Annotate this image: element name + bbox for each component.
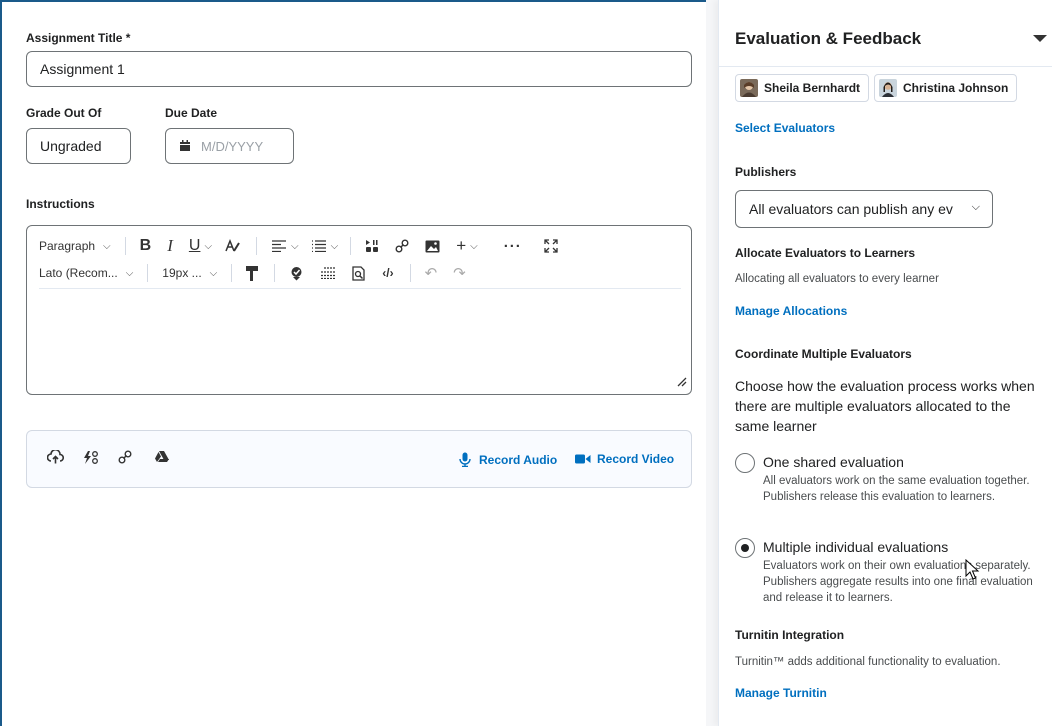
spellcheck-icon[interactable] xyxy=(289,266,304,281)
evaluator-chip[interactable]: Christina Johnson xyxy=(874,74,1018,102)
record-video-button[interactable]: Record Video xyxy=(575,452,674,466)
panel-title: Evaluation & Feedback xyxy=(735,29,922,48)
toolbar-divider xyxy=(124,237,126,255)
resize-handle-icon[interactable] xyxy=(677,377,687,390)
coordinate-evaluators-text: Choose how the evaluation process works … xyxy=(735,378,1035,434)
attach-link-icon[interactable] xyxy=(118,450,132,468)
google-drive-icon[interactable] xyxy=(154,450,170,467)
instructions-label: Instructions xyxy=(26,197,95,211)
toolbar-divider xyxy=(147,264,149,282)
chevron-down-icon[interactable]: ⌵ xyxy=(470,241,478,252)
due-date-label: Due Date xyxy=(165,106,218,120)
font-family-select[interactable]: Lato (Recom... ⌵ xyxy=(39,266,133,280)
grade-out-of-input[interactable]: Ungraded xyxy=(26,128,131,164)
insert-media-icon[interactable] xyxy=(365,239,379,253)
fullscreen-icon[interactable] xyxy=(544,239,558,253)
multiple-individual-evaluations-desc: Evaluators work on their own evaluations… xyxy=(763,560,1033,604)
word-count-icon[interactable] xyxy=(320,267,336,279)
avatar xyxy=(740,79,758,97)
list-icon[interactable] xyxy=(311,240,327,252)
record-video-label: Record Video xyxy=(597,452,675,466)
toolbar-divider-line xyxy=(39,288,681,289)
toolbar-divider xyxy=(231,264,233,282)
video-camera-icon xyxy=(575,454,591,464)
mouse-cursor-icon xyxy=(965,559,980,580)
allocate-evaluators-label: Allocate Evaluators to Learners xyxy=(735,246,916,260)
chevron-down-icon: ⌵ xyxy=(103,240,111,252)
chevron-down-icon[interactable]: ⌵ xyxy=(204,241,212,252)
undo-icon[interactable]: ↶ xyxy=(425,264,438,282)
turnitin-text: Turnitin™ adds additional functionality … xyxy=(735,656,1001,668)
evaluator-chip[interactable]: Sheila Bernhardt xyxy=(735,74,870,102)
find-replace-icon[interactable] xyxy=(352,265,366,281)
quicklink-icon[interactable] xyxy=(82,450,99,469)
underline-button[interactable]: U xyxy=(189,237,201,255)
image-icon[interactable] xyxy=(425,240,440,253)
one-shared-evaluation-title[interactable]: One shared evaluation xyxy=(763,454,904,470)
manage-turnitin-link[interactable]: Manage Turnitin xyxy=(735,686,827,700)
italic-button[interactable]: I xyxy=(167,236,173,256)
allocate-evaluators-text: Allocating all evaluators to every learn… xyxy=(735,273,939,285)
one-shared-evaluation-desc: All evaluators work on the same evaluati… xyxy=(763,475,1030,503)
chevron-down-icon: ⌵ xyxy=(209,267,218,279)
multiple-individual-evaluations-title[interactable]: Multiple individual evaluations xyxy=(763,539,948,555)
font-size-label: 19px ... xyxy=(162,266,202,280)
chevron-down-icon: ⌵ xyxy=(125,267,134,279)
attachments-bar: Record Audio Record Video xyxy=(26,430,692,488)
toolbar-divider xyxy=(350,237,352,255)
paragraph-format-select[interactable]: Paragraph ⌵ xyxy=(39,239,111,253)
manage-allocations-link[interactable]: Manage Allocations xyxy=(735,304,847,318)
assignment-form: Assignment Title * Assignment 1 Grade Ou… xyxy=(26,0,696,726)
due-date-input[interactable]: M/D/YYYY xyxy=(165,128,294,164)
font-family-label: Lato (Recom... xyxy=(39,266,118,280)
assignment-title-label: Assignment Title * xyxy=(26,31,131,45)
calendar-icon xyxy=(180,140,190,151)
plus-icon[interactable]: + xyxy=(456,236,466,256)
instructions-editor[interactable]: Paragraph ⌵ B I U ⌵ ⌵ ⌵ + ⌵ ··· Lato (Re… xyxy=(26,225,692,395)
redo-icon[interactable]: ↷ xyxy=(453,264,466,282)
text-color-icon[interactable] xyxy=(224,239,240,253)
publishers-label: Publishers xyxy=(735,165,797,179)
record-audio-label: Record Audio xyxy=(479,452,558,467)
coordinate-evaluators-label: Coordinate Multiple Evaluators xyxy=(735,347,912,361)
record-audio-button[interactable]: Record Audio xyxy=(459,452,557,467)
evaluation-feedback-panel: Evaluation & Feedback Sheila Bernhardt C… xyxy=(718,0,1052,726)
bold-button[interactable]: B xyxy=(140,237,152,255)
upload-icon[interactable] xyxy=(46,448,64,468)
multiple-individual-evaluations-radio[interactable] xyxy=(735,538,755,558)
one-shared-evaluation-radio[interactable] xyxy=(735,453,755,473)
publishers-selected-value: All evaluators can publish any ev xyxy=(749,201,953,217)
grade-out-of-label: Grade Out Of xyxy=(26,106,102,120)
more-options-icon[interactable]: ··· xyxy=(504,238,522,255)
turnitin-label: Turnitin Integration xyxy=(735,628,845,642)
align-icon[interactable] xyxy=(271,240,287,252)
paragraph-label: Paragraph xyxy=(39,239,96,253)
evaluator-name: Sheila Bernhardt xyxy=(764,81,861,95)
avatar xyxy=(879,79,897,97)
link-icon[interactable] xyxy=(395,239,409,253)
evaluator-name: Christina Johnson xyxy=(903,81,1009,95)
toolbar-divider xyxy=(274,264,276,282)
panel-header-divider xyxy=(719,66,1052,67)
toolbar-divider xyxy=(256,237,258,255)
font-size-select[interactable]: 19px ... ⌵ xyxy=(162,266,217,280)
format-painter-icon[interactable] xyxy=(246,265,259,281)
chevron-down-icon[interactable]: ⌵ xyxy=(331,241,339,252)
source-code-icon[interactable]: ‹/› xyxy=(382,266,393,280)
toolbar-divider xyxy=(409,264,411,282)
collapse-caret-icon[interactable] xyxy=(1033,35,1047,42)
chevron-down-icon: ⌵ xyxy=(971,201,980,213)
panel-gutter xyxy=(706,0,718,726)
assignment-title-input[interactable]: Assignment 1 xyxy=(26,51,692,87)
select-evaluators-link[interactable]: Select Evaluators xyxy=(735,121,835,135)
due-date-placeholder: M/D/YYYY xyxy=(201,138,264,154)
chevron-down-icon[interactable]: ⌵ xyxy=(291,241,299,252)
microphone-icon xyxy=(459,452,471,467)
publishers-select[interactable]: All evaluators can publish any ev ⌵ xyxy=(735,190,993,228)
